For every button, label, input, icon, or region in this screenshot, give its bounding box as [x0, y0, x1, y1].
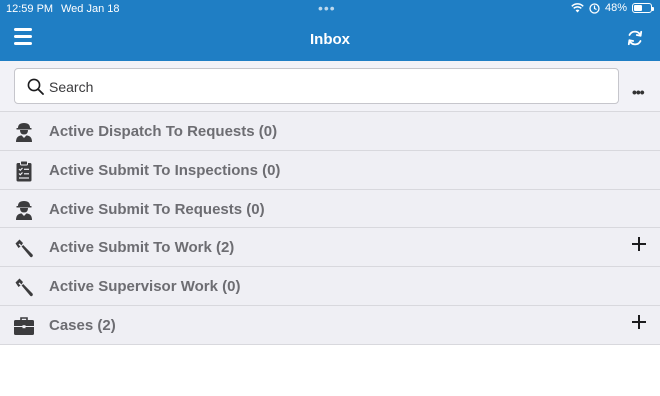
list-item-active-dispatch-to-requests[interactable]: Active Dispatch To Requests (0) [0, 112, 660, 151]
wrench-icon [15, 278, 33, 297]
status-date: Wed Jan 18 [61, 3, 120, 15]
list-item-active-submit-to-work[interactable]: Active Submit To Work (2) [0, 228, 660, 268]
clipboard-icon [16, 160, 32, 182]
list-item-label: Active Submit To Requests (0) [49, 200, 265, 218]
list-item-active-submit-to-requests[interactable]: Active Submit To Requests (0) [0, 189, 660, 229]
wrench-icon [15, 239, 33, 258]
list-item-label: Active Dispatch To Requests (0) [49, 123, 278, 140]
more-options-icon[interactable]: ••• [632, 84, 645, 100]
refresh-icon[interactable] [626, 29, 644, 47]
add-icon[interactable] [632, 314, 646, 329]
list-item-label: Active Submit To Inspections (0) [49, 161, 281, 179]
wifi-icon [571, 3, 584, 13]
add-icon[interactable] [632, 237, 646, 252]
inbox-list: Active Dispatch To Requests (0) Active S… [0, 112, 660, 345]
briefcase-icon [14, 317, 34, 335]
top-bar: 12:59 PM Wed Jan 18 ••• 48% Inbox [0, 0, 660, 61]
list-item-active-submit-to-inspections[interactable]: Active Submit To Inspections (0) [0, 150, 660, 190]
status-time: 12:59 PM [6, 3, 54, 15]
status-bar: 12:59 PM Wed Jan 18 ••• 48% [0, 0, 660, 20]
page-title: Inbox [310, 31, 350, 48]
list-item-cases[interactable]: Cases (2) [0, 305, 660, 345]
status-indicators: 48% [571, 2, 654, 14]
list-item-active-supervisor-work[interactable]: Active Supervisor Work (0) [0, 267, 660, 306]
battery-percentage: 48% [604, 2, 627, 14]
list-item-label: Active Submit To Work (2) [49, 239, 235, 257]
list-item-label: Active Supervisor Work (0) [49, 278, 241, 296]
battery-icon [632, 3, 654, 13]
list-item-label: Cases (2) [49, 316, 116, 334]
search-bar: ••• [0, 61, 660, 112]
location-lock-icon [589, 2, 600, 14]
multitasking-dots-icon[interactable]: ••• [318, 1, 336, 15]
search-input[interactable] [49, 77, 609, 97]
search-icon [27, 78, 44, 95]
worker-icon [16, 123, 32, 142]
search-box[interactable] [14, 68, 619, 104]
worker-icon [16, 200, 32, 220]
battery-level [634, 5, 642, 11]
